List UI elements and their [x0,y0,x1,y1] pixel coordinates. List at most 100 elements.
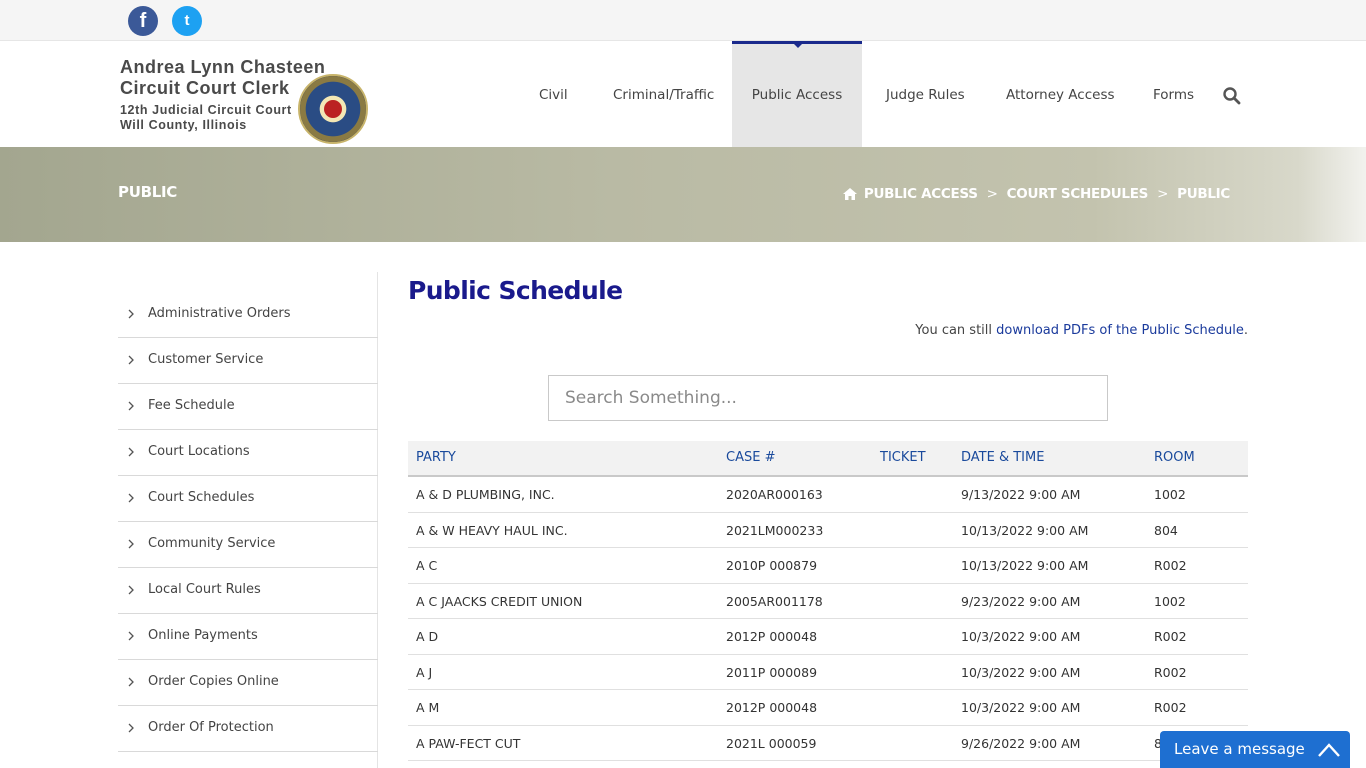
note-suffix: . [1243,323,1248,338]
sidebar-item-court-locations[interactable]: Court Locations [118,430,378,476]
sidebar-item-label: Court Schedules [148,490,255,505]
breadcrumb-court-schedules[interactable]: COURT SCHEDULES [1007,186,1149,202]
chevron-right-icon [128,539,134,549]
sidebar-item-label: Order Copies Online [148,674,279,689]
cell-party: A M [416,700,440,715]
sidebar-item-fee-schedule[interactable]: Fee Schedule [118,384,378,430]
breadcrumb-separator: > [1157,186,1169,202]
cell-case: 2010P 000879 [726,558,818,573]
cell-party: A J [416,664,433,680]
chevron-right-icon [128,677,134,687]
leave-message-widget[interactable]: Leave a message [1160,731,1350,768]
logo-name: Andrea Lynn Chasteen [120,57,326,77]
cell-room: 804 [1154,522,1178,538]
cell-date-time: 10/3/2022 9:00 AM [961,664,1081,680]
sidebar-item-order-copies-online[interactable]: Order Copies Online [118,660,378,706]
cell-room: R002 [1154,629,1187,644]
facebook-icon[interactable]: f [128,6,158,36]
sidebar: Administrative Orders Customer Service F… [118,272,378,768]
cell-room: 1002 [1154,487,1186,502]
chat-label: Leave a message [1174,740,1305,758]
sidebar-item-label: Local Court Rules [148,582,261,597]
column-header-date-time[interactable]: DATE & TIME [961,450,1044,465]
nav-public-access[interactable]: Public Access [732,41,862,147]
table-row[interactable]: A C 2010P 000879 10/13/2022 9:00 AM R002 [408,548,1248,584]
cell-case: 2021L 000059 [726,735,817,751]
chevron-right-icon [128,585,134,595]
table-row[interactable]: A M 2012P 000048 10/3/2022 9:00 AM R002 [408,690,1248,726]
breadcrumb-separator: > [986,186,998,202]
cell-room: R002 [1154,700,1187,715]
home-icon[interactable] [842,187,858,201]
note-prefix: You can still [915,323,997,338]
table-row[interactable]: A & D PLUMBING, INC. 2020AR000163 9/13/2… [408,477,1248,513]
twitter-icon[interactable]: t [172,6,202,36]
sidebar-item-court-schedules[interactable]: Court Schedules [118,476,378,522]
cell-case: 2020AR000163 [726,487,823,502]
site-logo[interactable]: Andrea Lynn Chasteen Circuit Court Clerk… [120,57,325,133]
cell-party: A C [416,558,438,573]
download-note: You can still download PDFs of the Publi… [915,323,1248,338]
sidebar-item-label: Online Payments [148,628,258,643]
column-header-ticket[interactable]: TICKET [880,450,926,465]
page-title: Public Schedule [408,276,623,305]
cell-party: A & D PLUMBING, INC. [416,487,555,502]
sidebar-item-order-of-protection[interactable]: Order Of Protection [118,706,378,752]
search-input[interactable] [548,375,1108,421]
cell-case: 2005AR001178 [726,593,823,609]
table-row[interactable]: A PAW-FECT CUT 2021L 000059 9/26/2022 9:… [408,726,1248,761]
chevron-right-icon [128,401,134,411]
banner-title: PUBLIC [118,183,177,201]
search-icon[interactable] [1222,86,1242,106]
logo-county: Will County, Illinois [120,118,247,132]
chevron-right-icon [128,493,134,503]
cell-party: A PAW-FECT CUT [416,735,521,751]
cell-case: 2012P 000048 [726,700,818,715]
sidebar-item-administrative-orders[interactable]: Administrative Orders [118,292,378,338]
sidebar-item-community-service[interactable]: Community Service [118,522,378,568]
social-bar: f t [0,0,1366,41]
cell-party: A D [416,629,439,644]
logo-court: 12th Judicial Circuit Court [120,103,292,117]
cell-date-time: 9/23/2022 9:00 AM [961,593,1081,609]
chevron-right-icon [128,309,134,319]
table-header: PARTY CASE # TICKET DATE & TIME ROOM [408,441,1248,477]
nav-civil[interactable]: Civil [539,41,568,147]
cell-room: 1002 [1154,593,1186,609]
table-row[interactable]: A J 2011P 000089 10/3/2022 9:00 AM R002 [408,655,1248,690]
chevron-right-icon [128,723,134,733]
sidebar-item-customer-service[interactable]: Customer Service [118,338,378,384]
sidebar-item-label: Community Service [148,536,276,551]
column-header-case[interactable]: CASE # [726,450,775,465]
column-header-party[interactable]: PARTY [416,450,456,465]
cell-party: A C JAACKS CREDIT UNION [416,593,583,609]
cell-room: R002 [1154,558,1187,573]
sidebar-item-local-court-rules[interactable]: Local Court Rules [118,568,378,614]
cell-date-time: 10/3/2022 9:00 AM [961,700,1081,715]
cell-room: R002 [1154,664,1187,680]
sidebar-item-label: Administrative Orders [148,306,291,321]
active-caret-icon [793,43,803,48]
nav-attorney-access[interactable]: Attorney Access [1006,41,1115,147]
expand-icon[interactable] [1318,742,1340,758]
sidebar-item-label: Fee Schedule [148,398,235,413]
nav-judge-rules[interactable]: Judge Rules [886,41,965,147]
table-row[interactable]: A D 2012P 000048 10/3/2022 9:00 AM R002 [408,619,1248,655]
page-banner: PUBLIC PUBLIC ACCESS > COURT SCHEDULES >… [0,147,1366,242]
breadcrumb-public-access[interactable]: PUBLIC ACCESS [864,186,978,202]
cell-date-time: 9/26/2022 9:00 AM [961,735,1081,751]
chevron-right-icon [128,447,134,457]
cell-party: A & W HEAVY HAUL INC. [416,522,568,538]
court-seal-icon[interactable] [298,74,368,144]
sidebar-item-label: Customer Service [148,352,264,367]
sidebar-item-online-payments[interactable]: Online Payments [118,614,378,660]
sidebar-item-label: Court Locations [148,444,250,459]
cell-case: 2012P 000048 [726,629,818,644]
table-row[interactable]: A & W HEAVY HAUL INC. 2021LM000233 10/13… [408,513,1248,548]
column-header-room[interactable]: ROOM [1154,450,1195,465]
nav-criminal-traffic[interactable]: Criminal/Traffic [613,41,714,147]
nav-forms[interactable]: Forms [1153,41,1194,147]
cell-date-time: 10/13/2022 9:00 AM [961,558,1089,573]
table-row[interactable]: A C JAACKS CREDIT UNION 2005AR001178 9/2… [408,584,1248,619]
download-pdfs-link[interactable]: download PDFs of the Public Schedule [996,323,1244,338]
